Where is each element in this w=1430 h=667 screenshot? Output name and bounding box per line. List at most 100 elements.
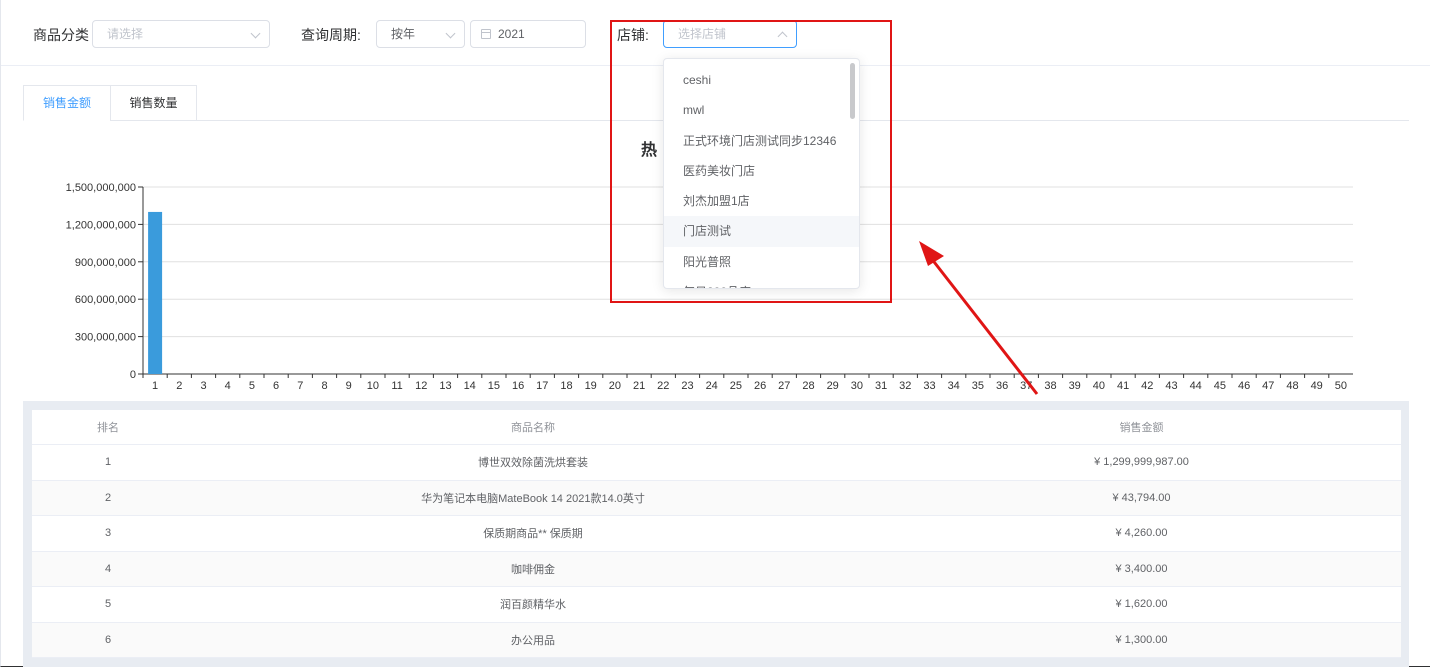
- report-page: 商品分类 请选择 查询周期: 按年 2021 店铺: 选择店铺 销售金额 销售数…: [0, 0, 1430, 667]
- dropdown-scrollbar[interactable]: [850, 63, 855, 119]
- x-tick-label: 13: [439, 380, 451, 392]
- store-option[interactable]: 正式环境门店测试同步12346: [664, 126, 859, 156]
- header-sales-amount: 销售金额: [1119, 422, 1164, 434]
- store-option[interactable]: 刘杰加盟1店: [664, 186, 859, 216]
- cell-product-name: 润百颜精华水: [500, 599, 566, 612]
- table-header-row: 排名 商品名称 销售金额: [32, 410, 1401, 445]
- table-row[interactable]: 5 润百颜精华水 ¥ 1,620.00: [32, 587, 1401, 623]
- x-tick-label: 2: [176, 380, 182, 392]
- cell-sales-amount: ¥ 3,400.00: [1115, 562, 1168, 575]
- chevron-down-icon: [445, 28, 456, 39]
- store-option[interactable]: 每日200品店: [664, 277, 859, 288]
- ranking-table: 排名 商品名称 销售金额 1 博世双效除菌洗烘套装 ¥ 1,299,999,98…: [32, 410, 1401, 658]
- store-option[interactable]: 阳光普照: [664, 247, 859, 277]
- cell-rank: 5: [104, 598, 112, 611]
- y-tick-label: 600,000,000: [75, 294, 136, 306]
- chart-title: 热: [641, 142, 658, 159]
- category-placeholder: 请选择: [107, 27, 144, 41]
- x-tick-label: 49: [1311, 380, 1323, 392]
- x-tick-label: 36: [996, 380, 1008, 392]
- table-row[interactable]: 1 博世双效除菌洗烘套装 ¥ 1,299,999,987.00: [32, 445, 1401, 481]
- x-tick-label: 47: [1262, 380, 1274, 392]
- x-tick-label: 12: [415, 380, 427, 392]
- store-placeholder: 选择店铺: [678, 27, 727, 41]
- x-tick-label: 22: [657, 380, 669, 392]
- store-option[interactable]: mwl: [664, 95, 859, 125]
- x-tick-label: 21: [633, 380, 645, 392]
- x-tick-label: 25: [730, 380, 742, 392]
- cell-rank: 4: [104, 562, 112, 575]
- x-tick-label: 34: [948, 380, 960, 392]
- year-picker[interactable]: 2021: [470, 20, 586, 48]
- x-tick-label: 5: [249, 380, 255, 392]
- x-tick-label: 43: [1165, 380, 1177, 392]
- x-tick-label: 48: [1286, 380, 1298, 392]
- table-row[interactable]: 6 办公用品 ¥ 1,300.00: [32, 622, 1401, 658]
- table-row[interactable]: 4 咖啡佣金 ¥ 3,400.00: [32, 551, 1401, 587]
- cell-sales-amount: ¥ 4,260.00: [1115, 527, 1168, 540]
- header-rank: 排名: [97, 422, 119, 434]
- category-label: 商品分类: [33, 27, 89, 43]
- x-tick-label: 30: [851, 380, 863, 392]
- tab-sales-quantity[interactable]: 销售数量: [110, 85, 197, 121]
- store-dropdown: ceshi mwl 正式环境门店测试同步12346 医药美妆门店 刘杰加盟1店 …: [663, 58, 860, 289]
- x-tick-label: 7: [297, 380, 303, 392]
- cell-rank: 3: [104, 527, 112, 540]
- store-option[interactable]: 医药美妆门店: [664, 156, 859, 186]
- bar: [148, 211, 163, 374]
- category-select[interactable]: 请选择: [92, 20, 270, 48]
- cell-sales-amount: ¥ 1,620.00: [1115, 598, 1168, 611]
- x-tick-label: 40: [1093, 380, 1105, 392]
- x-tick-label: 46: [1238, 380, 1250, 392]
- x-tick-label: 14: [464, 380, 476, 392]
- cell-product-name: 华为笔记本电脑MateBook 14 2021款14.0英寸: [421, 492, 645, 505]
- cell-product-name: 咖啡佣金: [511, 563, 555, 576]
- cell-sales-amount: ¥ 1,299,999,987.00: [1094, 456, 1189, 469]
- x-tick-label: 24: [706, 380, 718, 392]
- ranking-table-container: 排名 商品名称 销售金额 1 博世双效除菌洗烘套装 ¥ 1,299,999,98…: [23, 401, 1409, 667]
- chevron-down-icon: [250, 28, 261, 39]
- period-select[interactable]: 按年: [376, 20, 465, 48]
- x-tick-label: 3: [200, 380, 206, 392]
- x-tick-label: 45: [1214, 380, 1226, 392]
- calendar-icon: [481, 29, 491, 39]
- table-row[interactable]: 2 华为笔记本电脑MateBook 14 2021款14.0英寸 ¥ 43,79…: [32, 480, 1401, 516]
- filter-bar: 商品分类 请选择 查询周期: 按年 2021 店铺: 选择店铺: [1, 0, 1430, 66]
- tab-sales-amount[interactable]: 销售金额: [23, 85, 111, 121]
- cell-product-name: 办公用品: [511, 634, 555, 647]
- cell-product-name: 保质期商品** 保质期: [483, 528, 583, 541]
- cell-sales-amount: ¥ 43,794.00: [1112, 491, 1171, 504]
- x-tick-label: 37: [1020, 380, 1032, 392]
- cell-sales-amount: ¥ 1,300.00: [1115, 633, 1168, 646]
- x-tick-label: 42: [1141, 380, 1153, 392]
- x-tick-label: 31: [875, 380, 887, 392]
- x-tick-label: 1: [152, 380, 158, 392]
- x-tick-label: 16: [512, 380, 524, 392]
- x-tick-label: 10: [367, 380, 379, 392]
- store-option[interactable]: 门店测试: [664, 216, 859, 247]
- x-tick-label: 6: [273, 380, 279, 392]
- x-tick-label: 33: [923, 380, 935, 392]
- x-tick-label: 27: [778, 380, 790, 392]
- y-tick-label: 1,200,000,000: [66, 219, 136, 231]
- chevron-up-icon: [777, 31, 788, 42]
- cell-product-name: 博世双效除菌洗烘套装: [478, 457, 588, 470]
- x-tick-label: 17: [536, 380, 548, 392]
- x-tick-label: 41: [1117, 380, 1129, 392]
- x-tick-label: 20: [609, 380, 621, 392]
- x-tick-label: 38: [1044, 380, 1056, 392]
- x-tick-label: 29: [827, 380, 839, 392]
- store-option[interactable]: ceshi: [664, 65, 859, 95]
- x-tick-label: 32: [899, 380, 911, 392]
- table-row[interactable]: 3 保质期商品** 保质期 ¥ 4,260.00: [32, 516, 1401, 552]
- x-tick-label: 19: [585, 380, 597, 392]
- store-select[interactable]: 选择店铺: [663, 20, 797, 48]
- period-label: 查询周期:: [301, 27, 361, 43]
- cell-rank: 1: [104, 456, 112, 469]
- x-tick-label: 28: [802, 380, 814, 392]
- x-tick-label: 35: [972, 380, 984, 392]
- year-value: 2021: [498, 27, 525, 41]
- y-tick-label: 0: [130, 369, 136, 381]
- x-tick-label: 4: [225, 380, 231, 392]
- x-tick-label: 50: [1335, 380, 1347, 392]
